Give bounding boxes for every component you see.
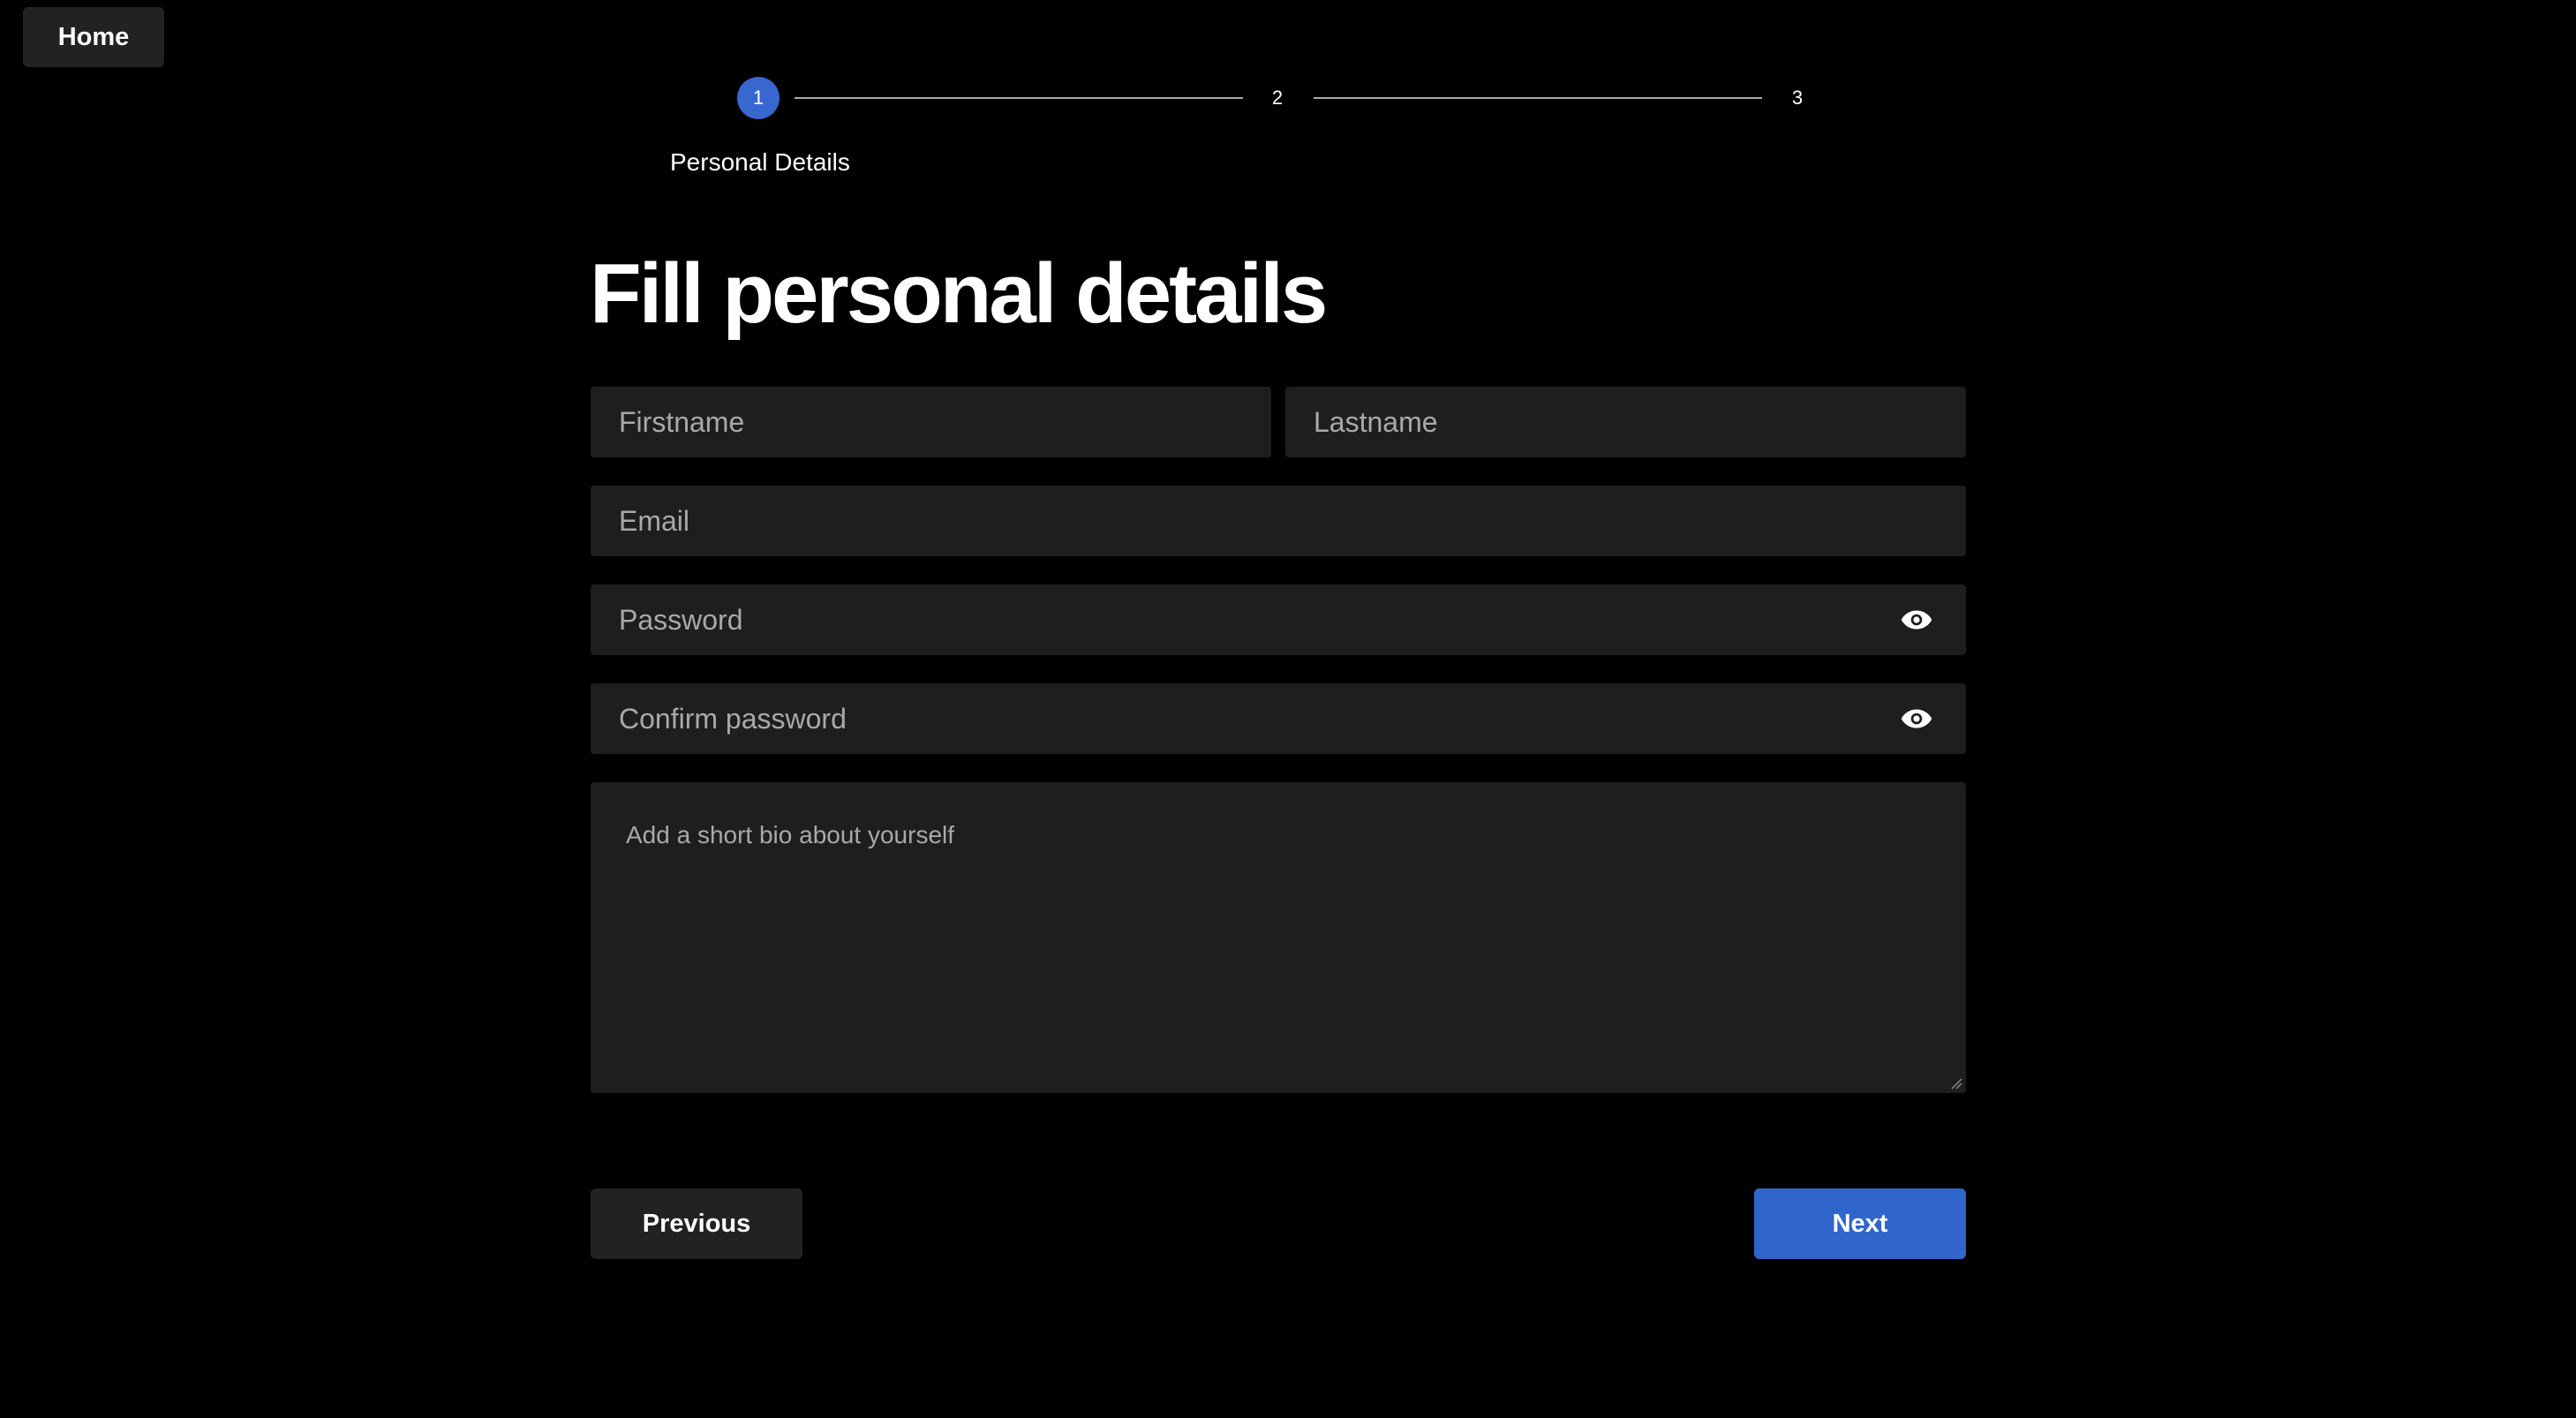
previous-button[interactable]: Previous bbox=[591, 1188, 802, 1259]
page: Home 1 2 3 Personal Details Fill persona… bbox=[0, 0, 2576, 1418]
confirm-password-field bbox=[591, 683, 1966, 754]
page-title: Fill personal details bbox=[590, 246, 1328, 341]
step-2-indicator[interactable]: 2 bbox=[1256, 77, 1299, 119]
bio-textarea[interactable] bbox=[591, 782, 1966, 1093]
firstname-field bbox=[591, 387, 1271, 457]
lastname-field bbox=[1285, 387, 1966, 457]
resize-grip-icon[interactable] bbox=[1950, 1077, 1962, 1090]
password-input[interactable] bbox=[591, 585, 1966, 655]
step-1-indicator[interactable]: 1 bbox=[737, 77, 780, 119]
eye-icon[interactable] bbox=[1901, 609, 1932, 630]
step-connector-1-2 bbox=[795, 97, 1243, 99]
lastname-input[interactable] bbox=[1285, 387, 1966, 457]
eye-icon[interactable] bbox=[1901, 708, 1932, 729]
active-step-label: Personal Details bbox=[670, 148, 850, 176]
step-3-indicator[interactable]: 3 bbox=[1776, 77, 1819, 119]
step-connector-2-3 bbox=[1314, 97, 1762, 99]
stepper: 1 2 3 Personal Details bbox=[0, 0, 2576, 194]
email-field bbox=[591, 486, 1966, 556]
password-field bbox=[591, 585, 1966, 655]
email-input[interactable] bbox=[591, 486, 1966, 556]
confirm-password-input[interactable] bbox=[591, 683, 1966, 754]
bio-field bbox=[591, 782, 1966, 1093]
next-button[interactable]: Next bbox=[1754, 1188, 1966, 1259]
firstname-input[interactable] bbox=[591, 387, 1271, 457]
